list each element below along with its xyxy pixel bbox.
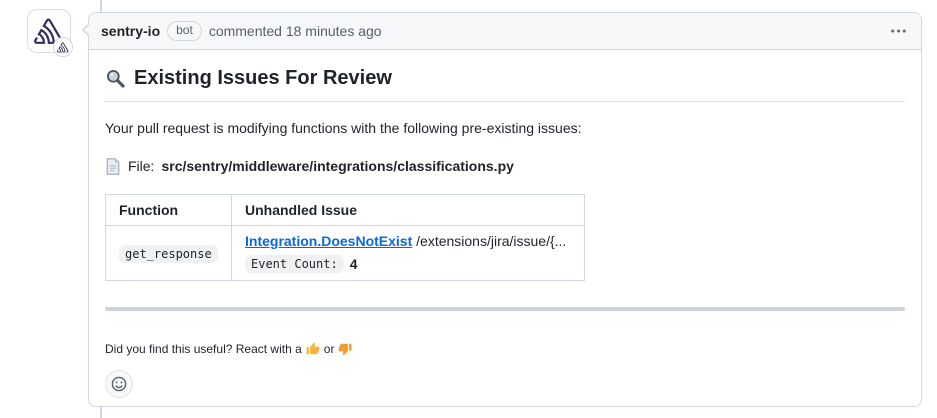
table-header-row: Function Unhandled Issue [106,195,585,226]
column-header-unhandled-issue: Unhandled Issue [232,195,585,226]
intro-text: Your pull request is modifying functions… [105,118,905,139]
comment-timestamp-link[interactable]: commented 18 minutes ago [209,23,382,39]
page-facing-up-icon [105,158,121,175]
kebab-horizontal-icon [890,23,907,39]
feedback-conjunction: or [324,341,335,357]
issue-location: /extensions/jira/issue/{... [416,233,566,249]
add-reaction-button[interactable] [105,370,133,398]
file-path: src/sentry/middleware/integrations/class… [161,156,513,177]
magnifying-glass-icon [105,68,126,89]
event-count-label: Event Count: [245,255,344,273]
thumbs-up-icon [306,342,320,356]
section-heading-text: Existing Issues For Review [134,64,392,92]
column-header-function: Function [106,195,232,226]
smiley-icon [111,376,127,392]
divider [105,307,905,311]
section-heading: Existing Issues For Review [105,64,905,102]
file-line: File: src/sentry/middleware/integrations… [105,156,905,177]
bot-badge: bot [167,21,202,41]
function-name-code: get_response [119,245,218,263]
table-row: get_response Integration.DoesNotExist /e… [106,226,585,281]
issue-title-line: Integration.DoesNotExist /extensions/jir… [245,233,571,249]
comment-card: sentry-io bot commented 18 minutes ago E… [88,12,922,407]
feedback-prompt: Did you find this useful? React with a o… [105,341,905,357]
avatar[interactable] [27,9,71,53]
file-label: File: [128,156,154,177]
issue-link[interactable]: Integration.DoesNotExist [245,233,412,249]
author-link[interactable]: sentry-io [101,23,160,39]
function-cell: get_response [106,226,232,281]
timeline-line-top [100,0,102,12]
event-count-value: 4 [350,256,358,272]
event-count-line: Event Count: 4 [245,255,571,273]
kebab-menu-button[interactable] [888,19,909,43]
issue-cell: Integration.DoesNotExist /extensions/jir… [232,226,585,281]
comment-header: sentry-io bot commented 18 minutes ago [89,13,921,50]
avatar-bot-badge [53,37,73,57]
feedback-prefix: Did you find this useful? React with a [105,341,302,357]
issues-table: Function Unhandled Issue get_response In… [105,194,585,281]
comment-body: Existing Issues For Review Your pull req… [89,50,921,412]
sentry-logo-icon [57,42,69,53]
thumbs-down-icon [338,342,352,356]
